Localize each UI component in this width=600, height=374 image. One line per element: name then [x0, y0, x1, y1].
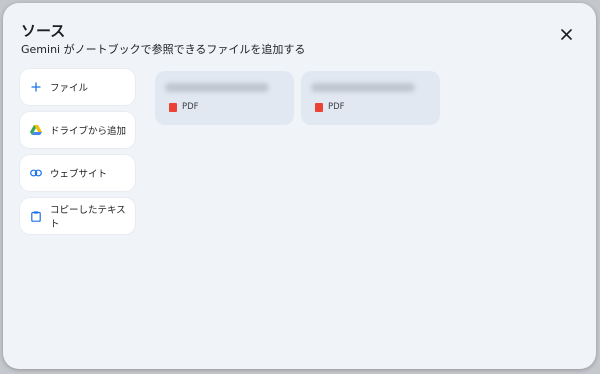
- add-from-drive-label: ドライブから追加: [50, 126, 127, 137]
- google-drive-icon: [30, 124, 42, 136]
- source-card[interactable]: PDF: [155, 71, 294, 125]
- add-file-button[interactable]: ファイル: [20, 69, 135, 105]
- source-card[interactable]: PDF: [301, 71, 440, 125]
- close-icon: [560, 28, 572, 40]
- link-icon: [30, 167, 42, 179]
- pdf-icon: [169, 102, 177, 112]
- sources-dialog: ソース Gemini がノートブックで参照できるファイルを追加する ファイル ド…: [3, 3, 596, 369]
- source-type-label: PDF: [182, 102, 199, 112]
- source-type-label: PDF: [328, 102, 345, 112]
- source-name-redacted: [311, 83, 415, 92]
- add-copied-text-label: コピーしたテキスト: [49, 205, 126, 230]
- clipboard-icon: [30, 210, 42, 222]
- source-meta: PDF: [169, 102, 199, 112]
- add-from-drive-button[interactable]: ドライブから追加: [20, 112, 135, 148]
- source-meta: PDF: [315, 102, 345, 112]
- source-name-redacted: [165, 83, 269, 92]
- add-source-menu: ファイル ドライブから追加 ウェブサイト コピーしたテキスト: [20, 69, 137, 241]
- dialog-title: ソース: [21, 22, 66, 40]
- add-file-label: ファイル: [50, 83, 89, 94]
- plus-icon: [30, 81, 42, 93]
- add-website-button[interactable]: ウェブサイト: [20, 155, 135, 191]
- add-website-label: ウェブサイト: [50, 169, 108, 180]
- pdf-icon: [315, 102, 323, 112]
- add-copied-text-button[interactable]: コピーしたテキスト: [20, 198, 135, 234]
- close-button[interactable]: [555, 23, 577, 45]
- source-list: PDF PDF: [155, 71, 440, 125]
- dialog-subtitle: Gemini がノートブックで参照できるファイルを追加する: [21, 43, 306, 56]
